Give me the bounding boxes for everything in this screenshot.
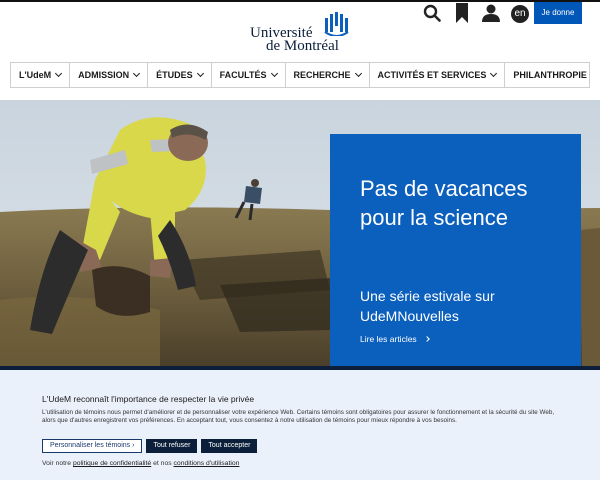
- read-articles-link[interactable]: Lire les articles: [360, 334, 430, 344]
- customize-cookies-label: Personnaliser les témoins: [50, 442, 131, 449]
- search-icon[interactable]: [422, 3, 442, 23]
- user-icon[interactable]: [481, 3, 501, 23]
- nav-item-label: ÉTUDES: [156, 70, 193, 80]
- top-border: [0, 0, 600, 2]
- chevron-down-icon: [490, 69, 498, 78]
- cookie-title: L'UdeM reconnaît l'importance de respect…: [42, 394, 255, 404]
- udem-logo-mark-icon: [324, 12, 349, 36]
- chevron-down-icon: [354, 69, 362, 78]
- nav-item-philanthropie[interactable]: PHILANTHROPIE: [505, 63, 595, 87]
- read-articles-label: Lire les articles: [360, 334, 417, 344]
- chevron-right-icon: [423, 336, 430, 342]
- nav-item-label: ADMISSION: [78, 70, 130, 80]
- nav-item-recherche[interactable]: RECHERCHE: [286, 63, 370, 87]
- bookmark-icon[interactable]: [454, 3, 470, 23]
- cookie-policy-links: Voir notre politique de confidentialité …: [42, 460, 239, 467]
- main-nav: L'UdeM ADMISSION ÉTUDES FACULTÉS RECHERC…: [10, 62, 590, 88]
- nav-item-label: RECHERCHE: [293, 70, 351, 80]
- donate-button[interactable]: Je donne: [534, 2, 582, 24]
- nav-item-udem[interactable]: L'UdeM: [11, 63, 71, 87]
- chevron-down-icon: [133, 69, 141, 78]
- privacy-policy-link[interactable]: politique de confidentialité: [73, 460, 151, 467]
- cookie-buttons: Personnaliser les témoins › Tout refuser…: [42, 439, 258, 453]
- customize-cookies-button[interactable]: Personnaliser les témoins ›: [42, 439, 143, 453]
- nav-item-label: PHILANTHROPIE: [513, 70, 587, 80]
- language-toggle-en[interactable]: en: [511, 5, 529, 23]
- nav-item-activites[interactable]: ACTIVITÉS ET SERVICES: [370, 63, 506, 87]
- accept-all-button[interactable]: Tout accepter: [201, 439, 258, 453]
- refuse-all-button[interactable]: Tout refuser: [146, 439, 198, 453]
- nav-item-admission[interactable]: ADMISSION: [70, 63, 149, 87]
- cookie-description: L'utilisation de témoins nous permet d'a…: [42, 409, 555, 424]
- site-header: Université de Montréal en Je donne: [0, 0, 600, 62]
- nav-item-label: L'UdeM: [19, 70, 52, 80]
- terms-of-use-link[interactable]: conditions d'utilisation: [174, 460, 240, 467]
- banner-top-border: [0, 366, 600, 370]
- chevron-down-icon: [55, 69, 63, 78]
- nav-item-facultes[interactable]: FACULTÉS: [212, 63, 286, 87]
- hero-feature-card[interactable]: Pas de vacances pour la science Une séri…: [330, 134, 581, 366]
- links-prefix: Voir notre: [42, 460, 72, 467]
- hero-title: Pas de vacances pour la science: [360, 176, 528, 230]
- nav-item-label: ACTIVITÉS ET SERVICES: [377, 70, 487, 80]
- links-middle: et nos: [153, 460, 172, 467]
- chevron-down-icon: [270, 69, 278, 78]
- cookie-consent-banner: L'UdeM reconnaît l'importance de respect…: [0, 366, 600, 480]
- logo-text-line2: de Montréal: [266, 38, 339, 54]
- chevron-down-icon: [196, 69, 204, 78]
- udem-logo[interactable]: Université de Montréal: [250, 12, 355, 54]
- nav-item-etudes[interactable]: ÉTUDES: [148, 63, 212, 87]
- hero-subtitle: Une série estivale sur UdeMNouvelles: [360, 288, 495, 324]
- nav-item-label: FACULTÉS: [219, 70, 267, 80]
- hero-banner: Pas de vacances pour la science Une séri…: [0, 100, 600, 366]
